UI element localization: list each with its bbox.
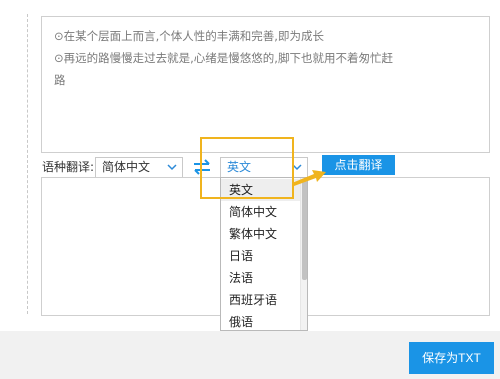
- dropdown-option[interactable]: 西班牙语: [221, 289, 301, 311]
- source-text-area[interactable]: ⊙在某个层面上而言,个体人性的丰满和完善,即为成长 ⊙再远的路慢慢走过去就是,心…: [41, 16, 490, 153]
- dropdown-option[interactable]: 繁体中文: [221, 223, 301, 245]
- translate-button[interactable]: 点击翻译: [322, 155, 395, 175]
- arrow-annotation-icon: [292, 170, 326, 186]
- source-line-2: ⊙再远的路慢慢走过去就是,心绪是慢悠悠的,脚下也就用不着匆忙赶: [54, 51, 393, 65]
- dropdown-option[interactable]: 法语: [221, 267, 301, 289]
- target-language-dropdown[interactable]: 英文 简体中文 繁体中文 日语 法语 西班牙语 俄语: [220, 177, 308, 331]
- swap-languages-icon[interactable]: [191, 159, 213, 175]
- source-line-3: 路: [54, 73, 66, 87]
- dropdown-option[interactable]: 日语: [221, 245, 301, 267]
- left-panel-edge: [0, 14, 28, 314]
- source-language-select[interactable]: 简体中文: [95, 157, 183, 178]
- source-language-value: 简体中文: [102, 160, 151, 174]
- language-label: 语种翻译:: [42, 160, 95, 174]
- dropdown-option[interactable]: 简体中文: [221, 201, 301, 223]
- dropdown-option[interactable]: 俄语: [221, 311, 301, 330]
- dropdown-scrollbar[interactable]: [300, 178, 307, 330]
- translator-window: ⊙在某个层面上而言,个体人性的丰满和完善,即为成长 ⊙再远的路慢慢走过去就是,心…: [0, 0, 500, 379]
- target-language-value: 英文: [227, 160, 252, 174]
- dropdown-scrollbar-thumb[interactable]: [302, 180, 307, 280]
- chevron-down-icon: [167, 164, 177, 171]
- save-txt-button[interactable]: 保存为TXT: [409, 342, 494, 374]
- dropdown-option[interactable]: 英文: [221, 179, 301, 201]
- source-line-1: ⊙在某个层面上而言,个体人性的丰满和完善,即为成长: [54, 29, 324, 43]
